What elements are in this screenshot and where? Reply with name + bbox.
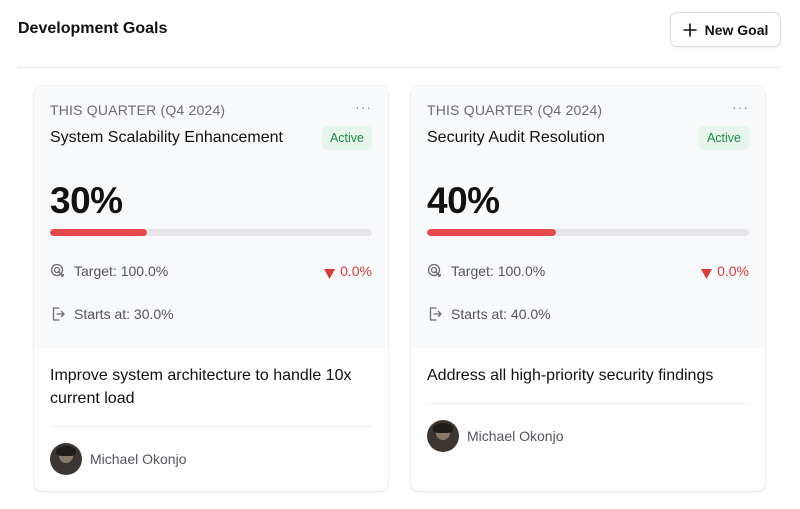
goal-start: Starts at: 40.0% — [451, 306, 551, 322]
target-icon — [427, 263, 443, 279]
goal-target: Target: 100.0% — [74, 263, 169, 279]
goal-card-summary: THIS QUARTER (Q4 2024) ··· Security Audi… — [411, 86, 765, 348]
goal-title: Security Audit Resolution — [427, 129, 605, 146]
more-horizontal-icon[interactable]: ··· — [355, 99, 372, 115]
plus-icon — [682, 22, 697, 37]
card-divider — [427, 403, 749, 404]
progress-bar — [427, 229, 749, 236]
goal-progress-percent: 40% — [427, 180, 500, 221]
goal-owner[interactable]: Michael Okonjo — [50, 443, 187, 475]
header-divider — [18, 67, 781, 68]
avatar — [427, 420, 459, 452]
goal-description: Improve system architecture to handle 10… — [50, 367, 352, 407]
status-badge: Active — [321, 126, 372, 150]
new-goal-label: New Goal — [704, 21, 769, 38]
avatar — [50, 443, 82, 475]
new-goal-button[interactable]: New Goal — [670, 12, 781, 47]
goal-title: System Scalability Enhancement — [50, 129, 283, 146]
goal-owner[interactable]: Michael Okonjo — [427, 420, 564, 452]
goal-delta: 0.0% — [701, 263, 749, 279]
goal-progress-percent: 30% — [50, 180, 123, 221]
goal-period: THIS QUARTER (Q4 2024) — [50, 102, 226, 118]
goal-card[interactable]: THIS QUARTER (Q4 2024) ··· System Scalab… — [34, 86, 388, 491]
sign-in-icon — [50, 306, 66, 322]
goal-delta-value: 0.0% — [717, 263, 749, 279]
goal-target: Target: 100.0% — [451, 263, 546, 279]
status-badge: Active — [698, 126, 749, 150]
card-divider — [50, 426, 372, 427]
goal-card-summary: THIS QUARTER (Q4 2024) ··· System Scalab… — [34, 86, 388, 348]
page-header: Development Goals New Goal — [0, 0, 800, 68]
target-icon — [50, 263, 66, 279]
owner-name: Michael Okonjo — [467, 428, 564, 444]
goal-start-row: Starts at: 30.0% — [50, 304, 372, 324]
sign-in-icon — [427, 306, 443, 322]
goal-card[interactable]: THIS QUARTER (Q4 2024) ··· Security Audi… — [411, 86, 765, 491]
triangle-down-icon — [701, 266, 713, 279]
goal-description: Address all high-priority security findi… — [427, 367, 714, 384]
progress-bar-fill — [50, 229, 147, 236]
goal-delta: 0.0% — [324, 263, 372, 279]
owner-name: Michael Okonjo — [90, 451, 187, 467]
triangle-down-icon — [324, 266, 336, 279]
page-title: Development Goals — [18, 20, 168, 37]
goal-start: Starts at: 30.0% — [74, 306, 174, 322]
goal-target-row: Target: 100.0% 0.0% — [427, 261, 749, 281]
goal-target-row: Target: 100.0% 0.0% — [50, 261, 372, 281]
goal-delta-value: 0.0% — [340, 263, 372, 279]
goal-period: THIS QUARTER (Q4 2024) — [427, 102, 603, 118]
goal-start-row: Starts at: 40.0% — [427, 304, 749, 324]
more-horizontal-icon[interactable]: ··· — [732, 99, 749, 115]
progress-bar — [50, 229, 372, 236]
progress-bar-fill — [427, 229, 556, 236]
